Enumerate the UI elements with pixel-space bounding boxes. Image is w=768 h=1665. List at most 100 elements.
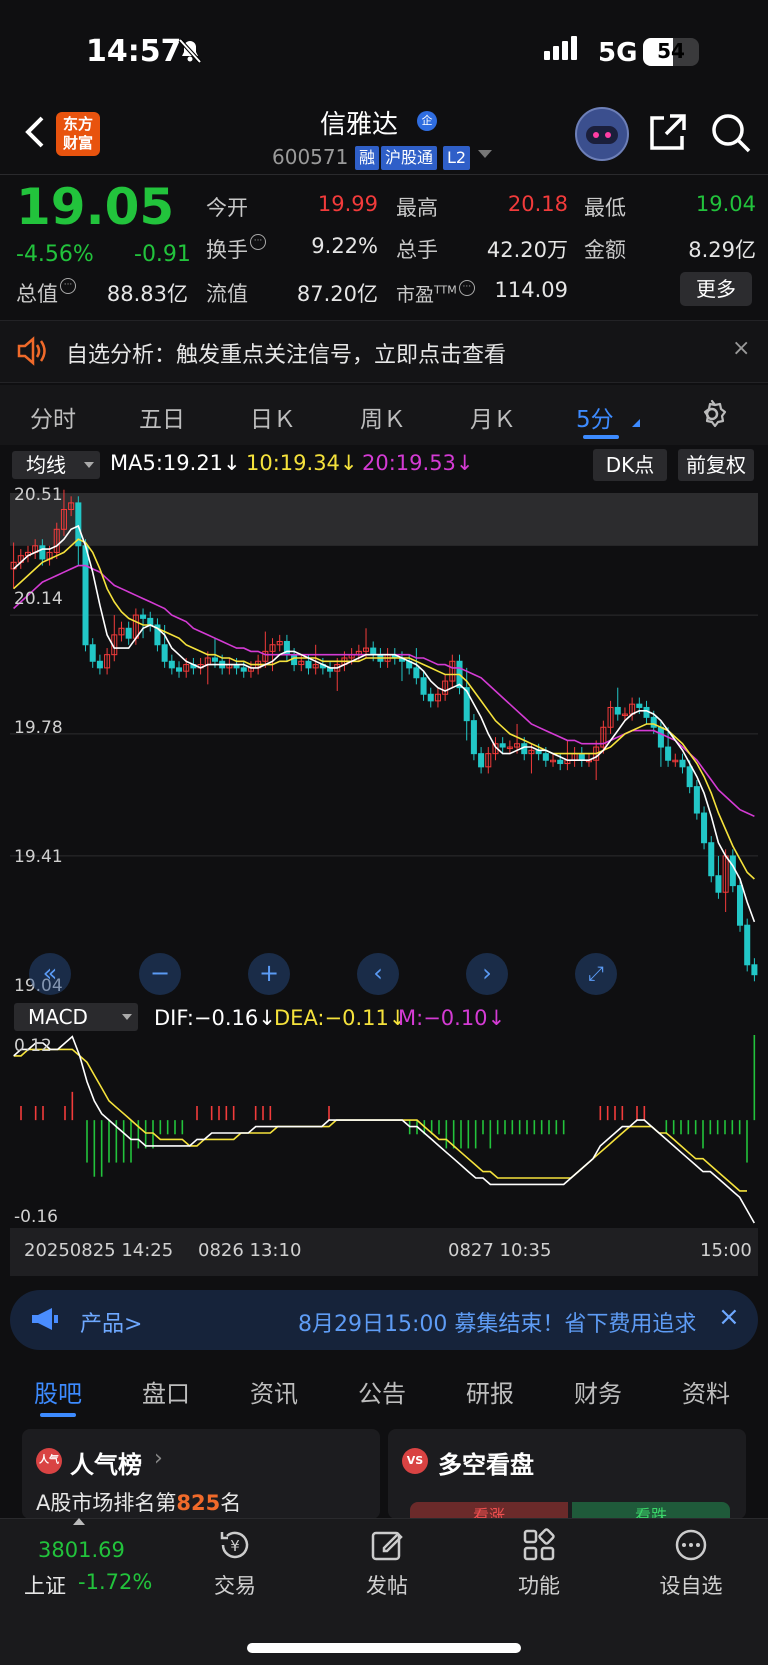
info-icon[interactable]: ··· [60, 278, 76, 294]
value-open: 19.99 [317, 192, 378, 216]
fullscreen-icon[interactable]: ⤢ [575, 953, 617, 995]
home-indicator[interactable] [247, 1643, 521, 1653]
nav-add-watchlist[interactable]: 设自选 [646, 1570, 736, 1600]
more-button[interactable]: 更多 [680, 272, 752, 306]
candle [478, 753, 485, 768]
y-tick: 19.78 [14, 718, 63, 738]
candle [679, 759, 686, 768]
index-change[interactable]: -1.72% [78, 1570, 152, 1594]
vs-icon: VS [402, 1448, 428, 1474]
candle [89, 644, 96, 662]
adjust-price-button[interactable]: 前复权 [678, 449, 754, 481]
candle [125, 627, 132, 639]
candle [147, 617, 154, 626]
zoom-out-button[interactable]: − [139, 953, 181, 995]
nav-function[interactable]: 功能 [494, 1570, 584, 1600]
scroll-right-button[interactable]: › [466, 953, 508, 995]
index-name[interactable]: 上证 [24, 1570, 66, 1600]
chevron-right-icon: › [154, 1446, 163, 1471]
nav-trade[interactable]: 交易 [190, 1570, 280, 1600]
tab-guba[interactable]: 股吧 [34, 1374, 82, 1409]
function-grid-icon[interactable] [522, 1528, 556, 1562]
tab-finance[interactable]: 财务 [574, 1374, 622, 1409]
candle [665, 746, 672, 761]
zoom-in-button[interactable]: + [248, 953, 290, 995]
trade-icon[interactable]: ¥ [218, 1528, 252, 1562]
candle [715, 875, 722, 893]
scroll-left-button[interactable]: ‹ [357, 953, 399, 995]
tab-announcement[interactable]: 公告 [358, 1374, 406, 1409]
label-volume: 总手 [396, 238, 438, 262]
legend-dif: DIF:−0.16↓ [154, 1006, 276, 1030]
dropdown-corner-icon [632, 419, 640, 427]
tab-day-k[interactable]: 日Ｋ [250, 400, 296, 434]
edit-post-icon[interactable] [370, 1528, 404, 1562]
tab-week-k[interactable]: 周Ｋ [360, 400, 406, 434]
candle [140, 614, 147, 619]
indicator-select[interactable]: 均线 [12, 451, 100, 479]
value-pe: 114.09 [494, 278, 568, 302]
tab-pankou[interactable]: 盘口 [142, 1374, 190, 1409]
active-tab-indicator [40, 1413, 76, 1417]
gear-icon[interactable] [696, 398, 728, 430]
dif-line [13, 1035, 755, 1224]
candle [578, 753, 585, 761]
macd-select[interactable]: MACD [14, 1003, 138, 1031]
promo-text[interactable]: 8月29日15:00 募集结束！省下费用追求 [298, 1306, 702, 1338]
tab-minute[interactable]: 分时 [30, 400, 76, 434]
index-value[interactable]: 3801.69 [38, 1538, 125, 1562]
close-icon[interactable]: × [718, 1302, 740, 1332]
last-price: 19.05 [16, 178, 175, 236]
logo-line-1: 东方 [62, 115, 93, 133]
ma20-line [13, 564, 755, 818]
y-tick: 20.51 [14, 485, 63, 505]
tab-news[interactable]: 资讯 [250, 1374, 298, 1409]
vote-down-button[interactable]: 看跌 [572, 1502, 730, 1519]
candle [657, 726, 664, 748]
info-icon[interactable]: ··· [250, 234, 266, 250]
candle [240, 667, 247, 672]
value-volume: 42.20万 [486, 238, 568, 262]
candle [636, 703, 643, 708]
candle [701, 812, 708, 844]
chevron-down-icon[interactable] [478, 150, 492, 158]
tab-month-k[interactable]: 月Ｋ [470, 400, 516, 434]
tab-five-day[interactable]: 五日 [139, 400, 185, 434]
tab-research[interactable]: 研报 [466, 1374, 514, 1409]
promo-label[interactable]: 产品> [80, 1306, 142, 1338]
popularity-title: 人气榜 [70, 1451, 142, 1479]
y-tick: -0.16 [14, 1207, 58, 1227]
tab-profile[interactable]: 资料 [682, 1374, 730, 1409]
app-logo[interactable]: 东方 财富 [56, 112, 100, 156]
candle [96, 660, 103, 669]
candle [420, 677, 427, 695]
legend-ma5: MA5:19.21↓ [110, 451, 241, 475]
label-high: 最高 [396, 196, 438, 220]
candlestick-chart[interactable] [10, 483, 758, 995]
more-dots-icon[interactable] [674, 1528, 708, 1562]
search-icon[interactable] [710, 112, 752, 154]
share-icon[interactable] [648, 112, 688, 152]
popularity-rank: A股市场排名第825名 [36, 1491, 242, 1515]
network-type: 5G [598, 38, 638, 68]
change-amount: -0.91 [134, 242, 191, 267]
range-band [10, 493, 758, 546]
dk-point-button[interactable]: DK点 [593, 449, 667, 481]
label-pe: 市盈TTM ··· [396, 280, 475, 307]
tab-5min[interactable]: 5分 [576, 400, 614, 434]
back-icon[interactable] [20, 112, 48, 162]
value-turnover: 9.22% [311, 234, 378, 258]
vote-up-button[interactable]: 看涨 [410, 1502, 568, 1519]
scroll-left-fast-button[interactable]: « [29, 953, 71, 995]
assistant-avatar[interactable] [575, 107, 629, 161]
close-icon[interactable]: × [732, 336, 750, 361]
candle [557, 759, 564, 765]
x-label: 15:00 [700, 1240, 752, 1261]
notice-text[interactable]: 自选分析：触发重点关注信号，立即点击查看 [66, 337, 506, 369]
x-label: 0827 10:35 [448, 1240, 552, 1261]
macd-chart[interactable] [10, 1035, 758, 1228]
y-tick: 0.12 [14, 1036, 52, 1056]
signal-icon [544, 36, 580, 60]
nav-post[interactable]: 发帖 [342, 1570, 432, 1600]
svg-text:¥: ¥ [230, 1537, 240, 1555]
